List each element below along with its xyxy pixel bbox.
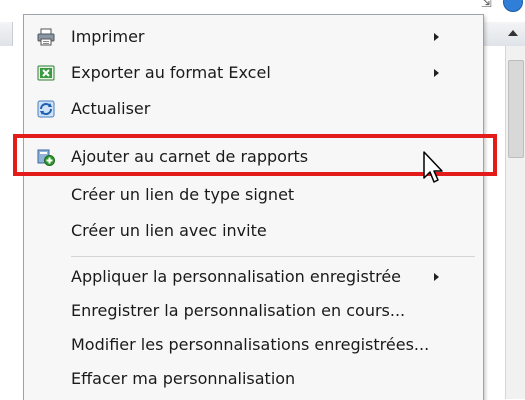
menu-item-label: Appliquer la personnalisation enregistré… (71, 267, 402, 286)
menu-item-label: Actualiser (71, 99, 151, 118)
menu-item-edit-saved-customizations[interactable]: Modifier les personnalisations enregistr… (24, 327, 483, 363)
expand-arrows-icon[interactable]: ⇲ (481, 0, 492, 11)
header-bar-left (0, 22, 13, 46)
refresh-icon (37, 100, 55, 118)
submenu-arrow-icon (434, 69, 439, 77)
menu-item-export-excel[interactable]: Exporter au format Excel (24, 55, 483, 91)
scrollbar-thumb[interactable] (508, 60, 524, 158)
menu-item-apply-saved-customization[interactable]: Appliquer la personnalisation enregistré… (24, 259, 483, 295)
menu-item-label: Modifier les personnalisations enregistr… (71, 335, 430, 354)
menu-item-refresh[interactable]: Actualiser (24, 91, 483, 127)
menu-item-label: Exporter au format Excel (71, 63, 271, 82)
mouse-cursor-icon (422, 150, 448, 186)
page-options-menu: Imprimer Exporter au format Excel Actual… (23, 14, 484, 400)
menu-item-label: Effacer ma personnalisation (71, 369, 296, 388)
submenu-arrow-icon (434, 33, 439, 41)
menu-item-create-bookmark-link[interactable]: Créer un lien de type signet (24, 177, 483, 213)
scroll-up-arrow-icon[interactable] (508, 30, 518, 36)
menu-item-label: Créer un lien de type signet (71, 185, 295, 204)
menu-item-label: Imprimer (71, 27, 145, 46)
menu-item-create-prompted-link[interactable]: Créer un lien avec invite (24, 213, 483, 249)
menu-separator (71, 256, 475, 257)
menu-item-print[interactable]: Imprimer (24, 19, 483, 55)
help-icon[interactable] (503, 0, 523, 12)
excel-icon (37, 64, 55, 82)
menu-item-clear-customization[interactable]: Effacer ma personnalisation (24, 361, 483, 397)
printer-icon (37, 28, 55, 46)
menu-item-label: Enregistrer la personnalisation en cours… (71, 301, 406, 320)
toolbar-icons: ⇲ (481, 0, 525, 14)
submenu-arrow-icon (434, 273, 439, 281)
menu-item-save-current-customization[interactable]: Enregistrer la personnalisation en cours… (24, 293, 483, 329)
menu-item-label: Créer un lien avec invite (71, 221, 267, 240)
